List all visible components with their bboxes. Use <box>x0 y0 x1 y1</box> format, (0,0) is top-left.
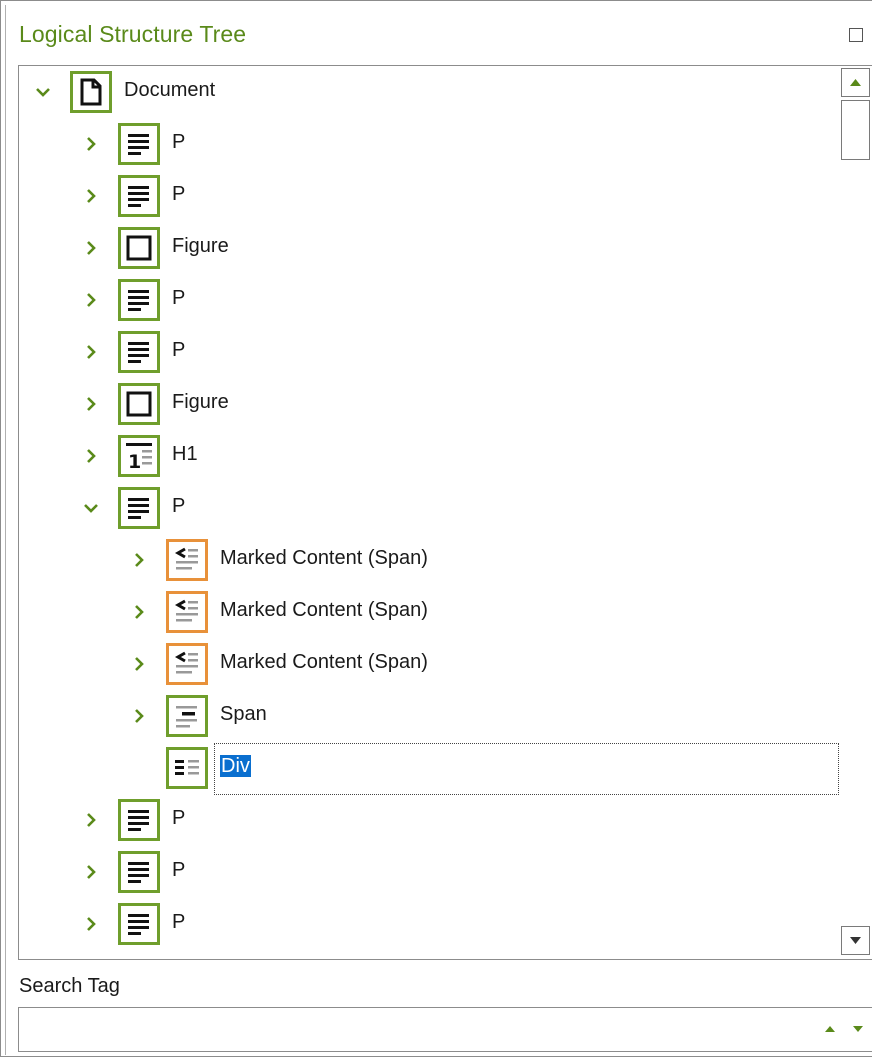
figure-icon <box>118 383 160 425</box>
tree-node-label: P <box>172 807 186 829</box>
chevron-right-icon[interactable] <box>81 394 101 414</box>
arrow-up-icon[interactable] <box>823 1024 837 1034</box>
chevron-right-icon[interactable] <box>81 810 101 830</box>
tree-node-label: P <box>172 287 186 309</box>
tree-node-label: P <box>172 339 186 361</box>
search-tag-field <box>18 1007 872 1052</box>
tree-node-label: Marked Content (Span) <box>220 651 428 673</box>
chevron-right-icon[interactable] <box>129 706 149 726</box>
scroll-up-icon <box>850 79 861 86</box>
tree-node-label: P <box>172 131 186 153</box>
chevron-right-icon[interactable] <box>81 186 101 206</box>
tree-node-label: Marked Content (Span) <box>220 599 428 621</box>
tree-node[interactable]: Span <box>19 691 839 741</box>
selection-focus-box <box>214 743 839 795</box>
marked-content-icon <box>166 591 208 633</box>
tree-node[interactable]: P <box>19 847 839 897</box>
search-tag-label: Search Tag <box>19 975 120 997</box>
structure-tree[interactable]: Document P P Figure P P Figure 1 H1 P Marked Conte… <box>18 65 872 960</box>
tree-node[interactable]: P <box>19 899 839 949</box>
tree-node[interactable]: 1 H1 <box>19 431 839 481</box>
vertical-scrollbar[interactable] <box>839 66 872 959</box>
chevron-right-icon[interactable] <box>81 914 101 934</box>
chevron-right-icon[interactable] <box>81 342 101 362</box>
chevron-right-icon[interactable] <box>81 238 101 258</box>
tree-node[interactable]: Marked Content (Span) <box>19 587 839 637</box>
paragraph-icon <box>118 487 160 529</box>
paragraph-icon <box>118 331 160 373</box>
scroll-down-button[interactable] <box>841 926 870 955</box>
tree-node[interactable]: Figure <box>19 223 839 273</box>
scroll-down-icon <box>850 937 861 944</box>
chevron-right-icon[interactable] <box>129 602 149 622</box>
chevron-down-icon[interactable] <box>81 498 101 518</box>
tree-node-label: P <box>172 911 186 933</box>
tree-node[interactable]: Document <box>19 67 839 117</box>
search-tag-input[interactable] <box>25 1014 805 1046</box>
paragraph-icon <box>118 279 160 321</box>
paragraph-icon <box>118 903 160 945</box>
tree-node[interactable]: P <box>19 483 839 533</box>
paragraph-icon <box>118 851 160 893</box>
tree-node[interactable]: Figure <box>19 379 839 429</box>
chevron-right-icon[interactable] <box>81 290 101 310</box>
chevron-down-icon[interactable] <box>33 82 53 102</box>
tree-node-label: Marked Content (Span) <box>220 547 428 569</box>
scroll-up-button[interactable] <box>841 68 870 97</box>
logical-structure-panel: Logical Structure Tree Document P P Figure P… <box>0 0 872 1057</box>
tree-node-label: H1 <box>172 443 198 465</box>
tree-node-label: Figure <box>172 235 229 257</box>
tree-node[interactable]: P <box>19 119 839 169</box>
paragraph-icon <box>118 123 160 165</box>
chevron-right-icon[interactable] <box>129 550 149 570</box>
tree-node[interactable]: P <box>19 171 839 221</box>
tree-node-label: Figure <box>172 391 229 413</box>
tree-node[interactable]: P <box>19 795 839 845</box>
tree-node[interactable]: Marked Content (Span) <box>19 535 839 585</box>
heading-icon: 1 <box>118 435 160 477</box>
paragraph-icon <box>118 799 160 841</box>
marked-content-icon <box>166 539 208 581</box>
tree-node[interactable]: Marked Content (Span) <box>19 639 839 689</box>
tree-node-label: Document <box>124 79 216 101</box>
span-icon <box>166 695 208 737</box>
chevron-right-icon[interactable] <box>81 862 101 882</box>
marked-content-icon <box>166 643 208 685</box>
figure-icon <box>118 227 160 269</box>
svg-text:1: 1 <box>128 451 141 473</box>
chevron-right-icon[interactable] <box>81 134 101 154</box>
tree-node[interactable]: P <box>19 327 839 377</box>
tree-node[interactable]: P <box>19 275 839 325</box>
div-icon <box>166 747 208 789</box>
chevron-right-icon[interactable] <box>81 446 101 466</box>
tree-node-label: P <box>172 495 186 517</box>
scroll-thumb[interactable] <box>841 100 870 160</box>
tree-node-label: P <box>172 183 186 205</box>
tree-node-label: Span <box>220 703 267 725</box>
tree-node-label: P <box>172 859 186 881</box>
restore-window-icon[interactable] <box>849 28 863 42</box>
paragraph-icon <box>118 175 160 217</box>
panel-title: Logical Structure Tree <box>19 21 247 47</box>
arrow-down-icon[interactable] <box>851 1024 865 1034</box>
document-icon <box>70 71 112 113</box>
chevron-right-icon[interactable] <box>129 654 149 674</box>
